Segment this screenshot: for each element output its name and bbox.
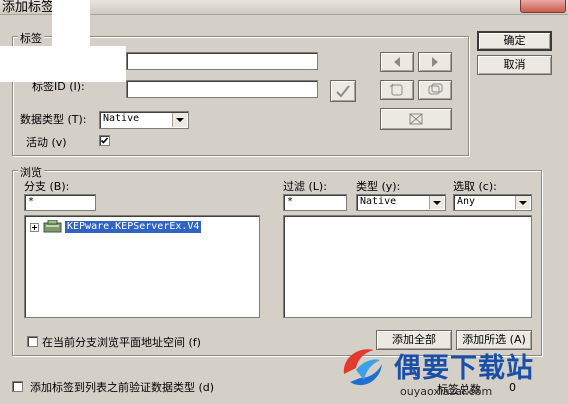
flat-browse-checkbox[interactable] (27, 336, 38, 347)
redaction-mask (0, 46, 126, 82)
branch-field[interactable]: * (24, 194, 96, 211)
checkmark-icon (336, 85, 350, 98)
chevron-down-icon (172, 113, 187, 127)
cancel-button[interactable]: 取消 (477, 55, 552, 75)
tag-name-field[interactable] (126, 52, 318, 70)
select-value: Any (457, 196, 476, 207)
filter-label: 过滤 (L): (283, 180, 327, 193)
close-button[interactable] (520, 0, 566, 13)
server-icon (43, 220, 62, 233)
branch-tree[interactable]: KEPware.KEPServerEx.V4 (24, 215, 260, 318)
flat-browse-label: 在当前分支浏览平面地址空间 (f) (42, 336, 201, 349)
duplicate-tag-button[interactable] (418, 80, 452, 100)
prev-button[interactable] (380, 52, 414, 72)
type-value: Native (360, 196, 397, 207)
filter-field[interactable]: * (283, 194, 347, 211)
datatype-dropdown[interactable]: Native (99, 111, 189, 129)
select-label: 选取 (c): (453, 180, 497, 193)
redaction-mask (52, 0, 90, 48)
datatype-label: 数据类型 (T): (20, 113, 87, 126)
watermark-logo-icon (343, 349, 382, 386)
delete-tag-button[interactable] (380, 108, 452, 130)
item-list[interactable] (283, 215, 532, 318)
apply-button[interactable] (330, 80, 356, 102)
watermark-name: 偶要下载站 (394, 353, 534, 384)
new-tag-button[interactable] (380, 80, 414, 100)
arrow-left-icon (394, 57, 400, 67)
expand-icon[interactable] (30, 223, 39, 232)
ok-button[interactable]: 确定 (477, 31, 552, 51)
tag-id-field[interactable] (126, 80, 318, 98)
chevron-down-icon (429, 196, 444, 209)
validate-checkbox[interactable] (12, 381, 23, 392)
active-label: 活动 (v) (26, 136, 67, 149)
type-dropdown[interactable]: Native (356, 194, 446, 211)
delete-icon (409, 113, 423, 125)
active-checkbox[interactable] (99, 135, 110, 146)
checkmark-icon (100, 137, 109, 144)
duplicate-icon (428, 83, 443, 95)
new-tag-icon (389, 83, 403, 96)
branch-label: 分支 (B): (24, 180, 70, 193)
tree-item-server[interactable]: KEPware.KEPServerEx.V4 (65, 221, 202, 233)
select-dropdown[interactable]: Any (453, 194, 532, 211)
datatype-value: Native (103, 113, 140, 124)
watermark-url: ouyaoxiazai.com (400, 385, 493, 398)
chevron-down-icon (515, 196, 530, 209)
arrow-right-icon (432, 57, 438, 67)
window-title: 添加标签 (2, 0, 55, 15)
tag-group-label: 标签 (18, 30, 44, 46)
validate-label: 添加标签到列表之前验证数据类型 (d) (30, 381, 215, 394)
next-button[interactable] (418, 52, 452, 72)
type-label: 类型 (y): (356, 180, 401, 193)
